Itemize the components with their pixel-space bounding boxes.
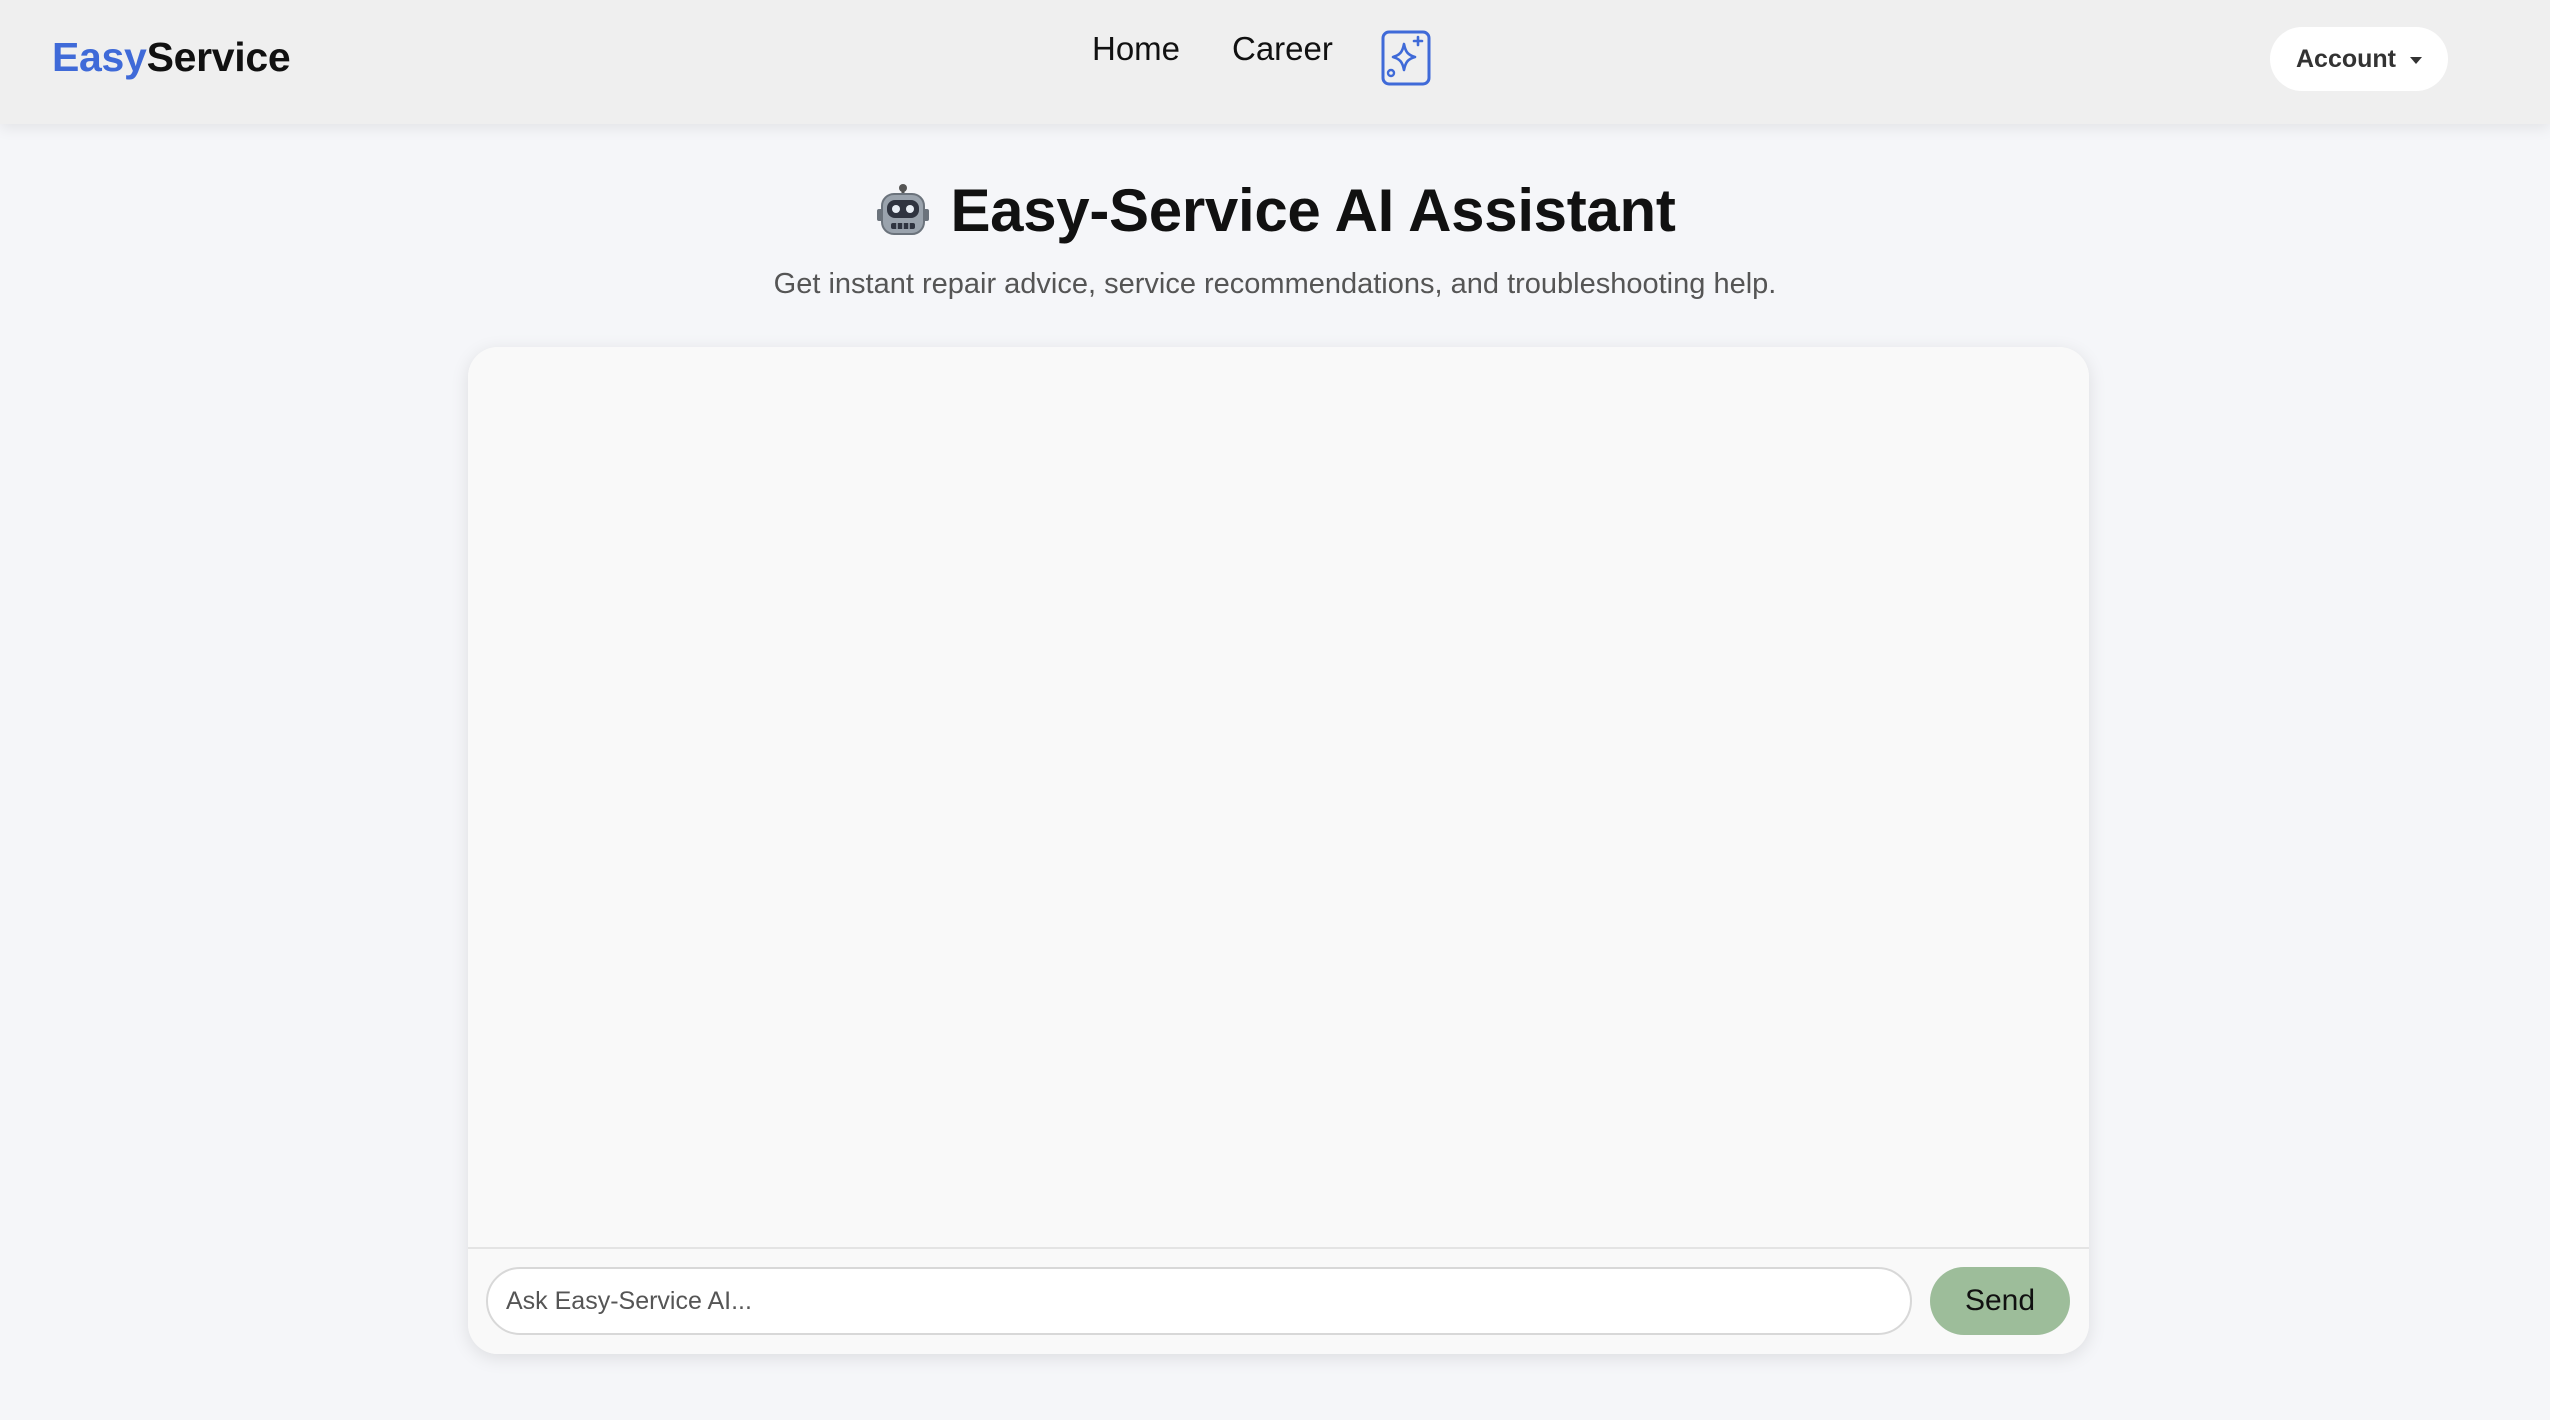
brand-easy-text: Easy: [52, 34, 147, 80]
account-label: Account: [2296, 44, 2396, 73]
chat-panel: Send: [468, 347, 2089, 1354]
chat-input[interactable]: [486, 1267, 1912, 1335]
page-subtitle: Get instant repair advice, service recom…: [773, 268, 1777, 300]
navbar: EasyService Home Career Account: [0, 0, 2550, 124]
brand-logo[interactable]: EasyService: [52, 34, 291, 81]
page-heading: Easy-Service AI Assistant: [0, 176, 2550, 245]
robot-icon: [874, 183, 932, 241]
sparkle-icon[interactable]: [1381, 30, 1431, 86]
nav-career-link[interactable]: Career: [1232, 30, 1333, 68]
brand-service-text: Service: [146, 34, 291, 80]
chat-messages-area[interactable]: [468, 347, 2089, 1247]
caret-down-icon: [2410, 57, 2422, 64]
nav-home-link[interactable]: Home: [1092, 30, 1180, 68]
chat-input-bar: Send: [468, 1247, 2089, 1354]
page-title: Easy-Service AI Assistant: [950, 177, 1676, 244]
account-dropdown-button[interactable]: Account: [2270, 27, 2448, 91]
send-button[interactable]: Send: [1930, 1267, 2070, 1335]
